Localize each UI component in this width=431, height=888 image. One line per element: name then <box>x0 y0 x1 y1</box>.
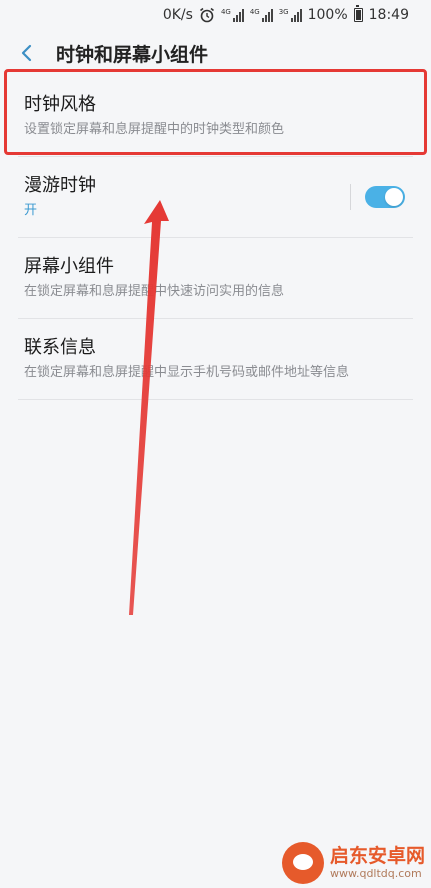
item-subtitle: 在锁定屏幕和息屏提醒中快速访问实用的信息 <box>24 283 285 299</box>
watermark-name: 启东安卓网 <box>329 845 425 867</box>
settings-item-contact-info[interactable]: 联系信息 在锁定屏幕和息屏提醒中显示手机号码或邮件地址等信息 <box>18 319 413 400</box>
alarm-icon <box>199 7 214 23</box>
header: 时钟和屏幕小组件 <box>0 30 431 76</box>
settings-item-clock-style[interactable]: 时钟风格 设置锁定屏幕和息屏提醒中的时钟类型和颜色 <box>18 76 413 157</box>
battery-icon <box>353 5 363 22</box>
network-speed: 0K/s <box>162 7 193 23</box>
item-subtitle: 在锁定屏幕和息屏提醒中显示手机号码或邮件地址等信息 <box>24 364 350 380</box>
toggle-container <box>350 157 413 237</box>
item-title: 时钟风格 <box>24 93 96 115</box>
signal-icon-3: 3G <box>279 8 302 22</box>
watermark-logo-icon <box>281 842 324 884</box>
watermark-url: www.qdltdq.com <box>329 867 422 880</box>
watermark-text: 启东安卓网 www.qdltdq.com <box>330 845 425 881</box>
item-subtitle: 设置锁定屏幕和息屏提醒中的时钟类型和颜色 <box>24 121 285 137</box>
toggle-divider <box>350 184 351 210</box>
signal-icon-2: 4G <box>250 8 273 22</box>
watermark: 启东安卓网 www.qdltdq.com <box>281 842 425 884</box>
item-title: 联系信息 <box>24 336 96 358</box>
back-button[interactable] <box>2 30 52 76</box>
settings-item-roaming-clock[interactable]: 漫游时钟 开 <box>18 157 413 238</box>
signal-icon-1: 4G <box>221 8 244 22</box>
screen: 0K/s 4G 4G 3G 100% 18:49 时钟和屏幕小组件 时钟风格 设… <box>0 0 431 888</box>
battery-level: 100% <box>307 7 348 23</box>
item-title: 屏幕小组件 <box>24 255 114 277</box>
settings-list: 时钟风格 设置锁定屏幕和息屏提醒中的时钟类型和颜色 漫游时钟 开 屏幕小组件 在… <box>18 76 413 400</box>
status-bar: 0K/s 4G 4G 3G 100% 18:49 <box>0 0 431 30</box>
roaming-clock-toggle[interactable] <box>365 186 405 208</box>
clock-time: 18:49 <box>368 7 409 23</box>
chevron-left-icon <box>21 44 32 62</box>
page-title: 时钟和屏幕小组件 <box>56 43 209 66</box>
settings-item-screen-widgets[interactable]: 屏幕小组件 在锁定屏幕和息屏提醒中快速访问实用的信息 <box>18 238 413 319</box>
